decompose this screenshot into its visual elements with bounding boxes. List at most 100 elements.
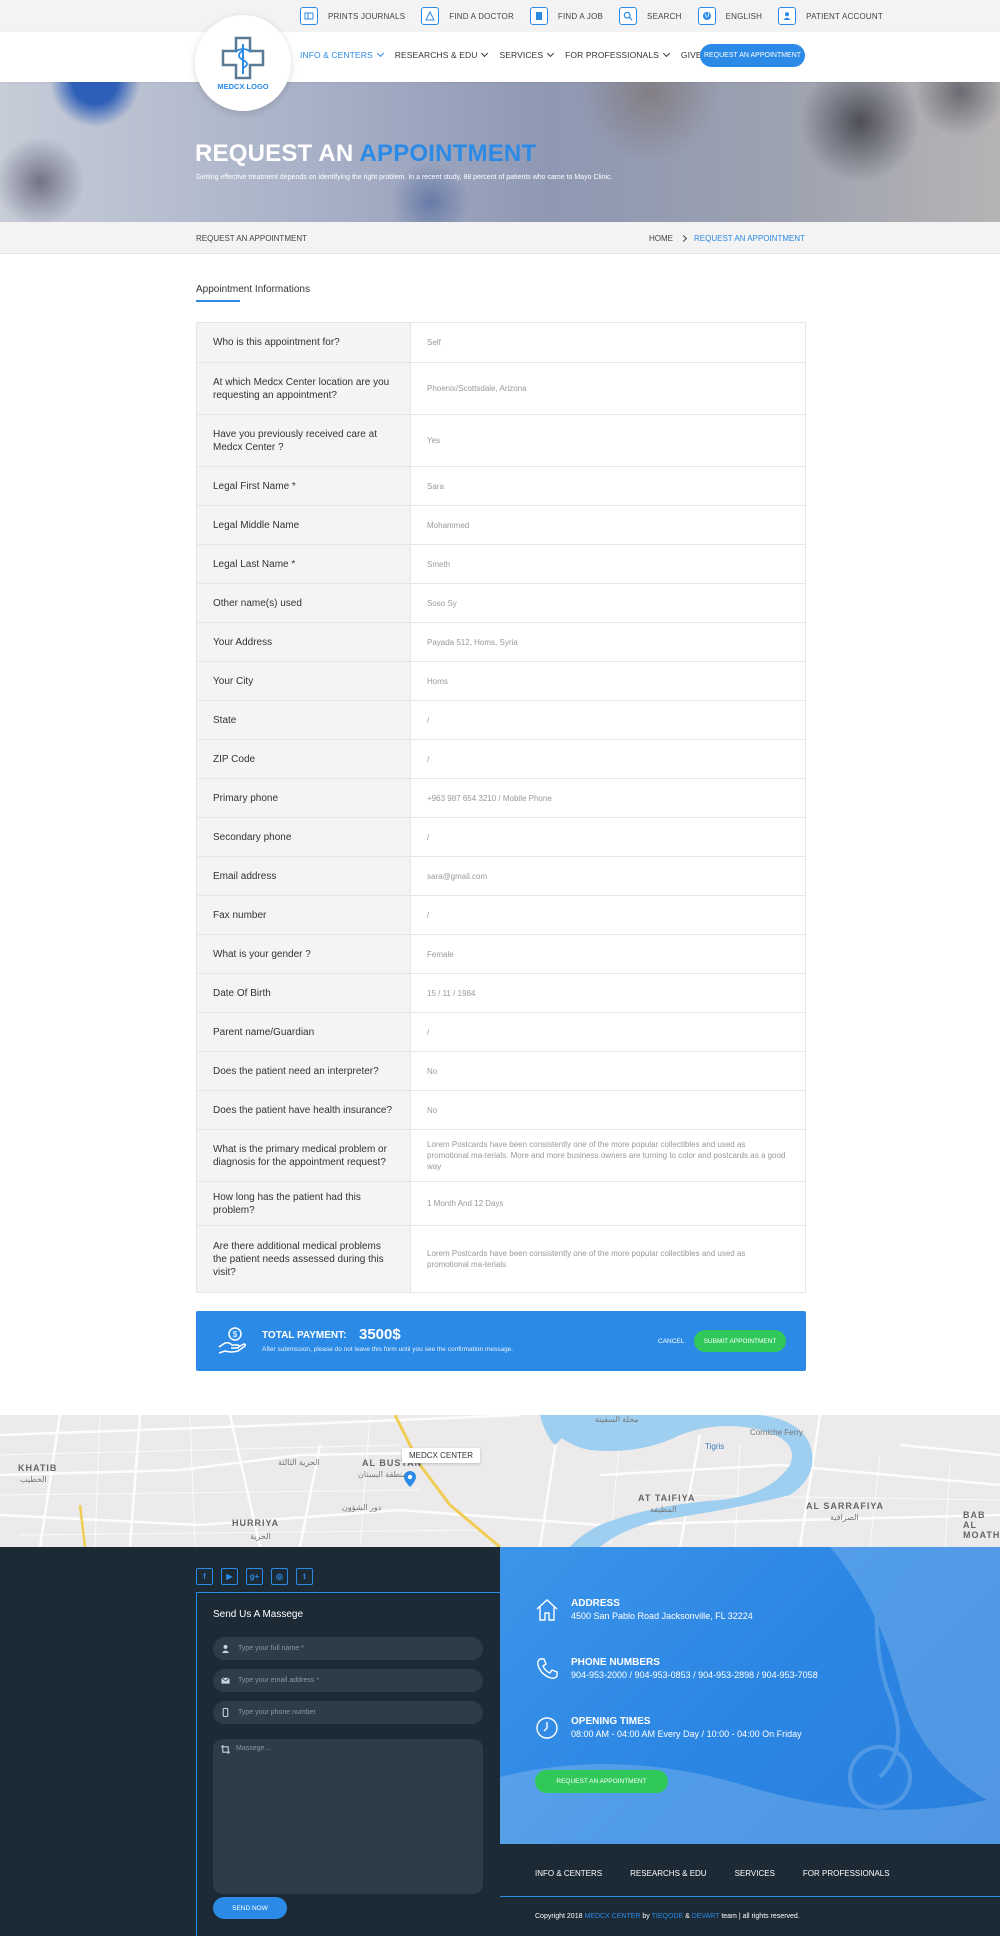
phone-input[interactable]: Type your phone number <box>213 1701 483 1724</box>
cancel-button[interactable]: CANCEL <box>658 1338 684 1345</box>
form-row: How long has the patient had this proble… <box>197 1182 805 1226</box>
field-value[interactable]: 1 Month And 12 Days <box>411 1182 805 1225</box>
hours-title: OPENING TIMES <box>571 1716 651 1727</box>
map-label-arabic: الخطيب <box>20 1475 47 1484</box>
field-label: Other name(s) used <box>197 584 411 622</box>
map-label: Corniche Ferry <box>750 1428 803 1437</box>
address-value: 4500 San Pablo Road Jacksonville, FL 322… <box>571 1611 753 1621</box>
top-link-find-job[interactable]: FIND A JOB <box>529 7 603 25</box>
field-value[interactable]: +963 987 654 3210 / Mobile Phone <box>411 779 805 817</box>
field-label: Your Address <box>197 623 411 661</box>
field-value[interactable]: sara@gmail.com <box>411 857 805 895</box>
phone-icon <box>537 1658 558 1679</box>
request-appointment-button[interactable]: REQUEST AN APPOINTMENT <box>700 44 805 67</box>
user-icon <box>221 1644 230 1653</box>
footer-link-services[interactable]: SERVICES <box>735 1869 775 1878</box>
phone-block: PHONE NUMBERS 904-953-2000 / 904-953-085… <box>535 1657 818 1681</box>
field-value[interactable]: Lorem Postcards have been consistently o… <box>411 1226 805 1292</box>
top-link-language[interactable]: ENGLISH <box>697 7 763 25</box>
top-link-search[interactable]: SEARCH <box>619 7 682 25</box>
form-row: Primary phone +963 987 654 3210 / Mobile … <box>197 779 805 818</box>
copyright-author-link[interactable]: DEVART <box>692 1913 720 1920</box>
map-label-arabic: منطقة البستان <box>358 1470 407 1479</box>
map-pin-icon[interactable] <box>404 1471 416 1487</box>
nav-item-label: FOR PROFESSIONALS <box>565 50 659 60</box>
nav-item-for-professionals[interactable]: FOR PROFESSIONALS <box>565 49 670 60</box>
copyright-brand-link[interactable]: MEDCX CENTER <box>584 1913 640 1920</box>
location-map[interactable]: KHATIB AL BUSTAN HURRIYA AT TAIFIYA AL S… <box>0 1415 1000 1547</box>
globe-icon <box>697 7 716 25</box>
field-value[interactable]: Payada 512, Homs, Syria <box>411 623 805 661</box>
field-value[interactable]: Self <box>411 323 805 362</box>
field-value[interactable]: Sara <box>411 467 805 505</box>
nav-item-researchs-edu[interactable]: RESEARCHS & EDU <box>395 49 489 60</box>
field-label: Date Of Birth <box>197 974 411 1012</box>
copyright-text: by <box>642 1913 650 1920</box>
nav-item-services[interactable]: SERVICES <box>499 49 555 60</box>
textarea-placeholder: Massege... <box>236 1745 271 1752</box>
phone-title: PHONE NUMBERS <box>571 1657 660 1668</box>
copyright-author-link[interactable]: TIEQODE <box>652 1913 684 1920</box>
breadcrumb-home[interactable]: HOME <box>649 234 673 243</box>
field-value[interactable]: / <box>411 1013 805 1051</box>
instagram-icon[interactable]: ◎ <box>271 1568 288 1585</box>
message-textarea[interactable]: Massege... <box>213 1739 483 1894</box>
top-link-patient-account[interactable]: PATIENT ACCOUNT <box>778 7 883 25</box>
field-value[interactable]: Mohammed <box>411 506 805 544</box>
field-value[interactable]: No <box>411 1052 805 1090</box>
field-value[interactable]: / <box>411 740 805 778</box>
footer-link-info-centers[interactable]: INFO & CENTERS <box>535 1869 602 1878</box>
field-value[interactable]: Homs <box>411 662 805 700</box>
map-label: Tigris <box>705 1442 725 1451</box>
field-value[interactable]: / <box>411 818 805 856</box>
map-label: HURRIYA <box>232 1518 280 1528</box>
user-icon <box>778 7 797 25</box>
field-value[interactable]: Phoenix/Scottsdale, Arizona <box>411 363 805 414</box>
search-icon <box>619 7 638 25</box>
field-value[interactable]: / <box>411 896 805 934</box>
field-label: Parent name/Guardian <box>197 1013 411 1051</box>
field-value[interactable]: No <box>411 1091 805 1129</box>
svg-text:$: $ <box>233 1330 238 1339</box>
field-value[interactable]: Yes <box>411 415 805 466</box>
field-value[interactable]: 15 / 11 / 1984 <box>411 974 805 1012</box>
google-plus-icon[interactable]: g+ <box>246 1568 263 1585</box>
top-link-label: ENGLISH <box>725 11 763 21</box>
contact-form: Send Us A Massege Type your full name * … <box>196 1592 500 1936</box>
field-value[interactable]: Smeth <box>411 545 805 583</box>
submit-appointment-button[interactable]: SUBMIT APPOINTMENT <box>694 1330 786 1352</box>
nav-item-info-centers[interactable]: INFO & CENTERS <box>300 49 384 60</box>
field-value[interactable]: Female <box>411 935 805 973</box>
footer-request-appointment-button[interactable]: REQUEST AN APPOINTMENT <box>535 1770 668 1793</box>
form-row: Parent name/Guardian / <box>197 1013 805 1052</box>
form-row: At which Medcx Center location are you r… <box>197 363 805 415</box>
top-link-find-doctor[interactable]: FIND A DOCTOR <box>421 7 514 25</box>
map-label: AL SARRAFIYA <box>806 1501 885 1511</box>
map-label-arabic: دور الشؤون <box>342 1503 382 1512</box>
title-part-b: APPOINTMENT <box>359 140 537 167</box>
chevron-down-icon <box>481 49 489 58</box>
send-now-button[interactable]: SEND NOW <box>213 1897 287 1919</box>
copyright: Copyright 2018 MEDCX CENTER by TIEQODE &… <box>535 1913 800 1920</box>
footer-link-for-professionals[interactable]: FOR PROFESSIONALS <box>803 1869 890 1878</box>
site-logo[interactable]: MEDCX LOGO <box>195 15 291 111</box>
field-label: How long has the patient had this proble… <box>197 1182 411 1225</box>
youtube-icon[interactable]: ▶ <box>221 1568 238 1585</box>
medical-cross-icon <box>221 36 265 79</box>
field-value[interactable]: / <box>411 701 805 739</box>
total-payment-label: TOTAL PAYMENT: <box>262 1330 347 1341</box>
field-label: At which Medcx Center location are you r… <box>197 363 411 414</box>
form-row: Legal Middle Name Mohammed <box>197 506 805 545</box>
field-value[interactable]: Soso Sy <box>411 584 805 622</box>
field-label: Does the patient have health insurance? <box>197 1091 411 1129</box>
top-link-prints-journals[interactable]: PRINTS JOURNALS <box>300 7 405 25</box>
twitter-icon[interactable]: t <box>296 1568 313 1585</box>
map-label-arabic: الصرافية <box>830 1513 859 1522</box>
footer-link-researchs-edu[interactable]: RESEARCHS & EDU <box>630 1869 706 1878</box>
field-value[interactable]: Lorem Postcards have been consistently o… <box>411 1130 805 1181</box>
payment-bar: $ TOTAL PAYMENT: 3500$ After submission,… <box>196 1311 806 1371</box>
facebook-icon[interactable]: f <box>196 1568 213 1585</box>
full-name-input[interactable]: Type your full name * <box>213 1637 483 1660</box>
email-input[interactable]: Type your email address * <box>213 1669 483 1692</box>
hours-value: 08:00 AM - 04:00 AM Every Day / 10:00 - … <box>571 1729 802 1739</box>
